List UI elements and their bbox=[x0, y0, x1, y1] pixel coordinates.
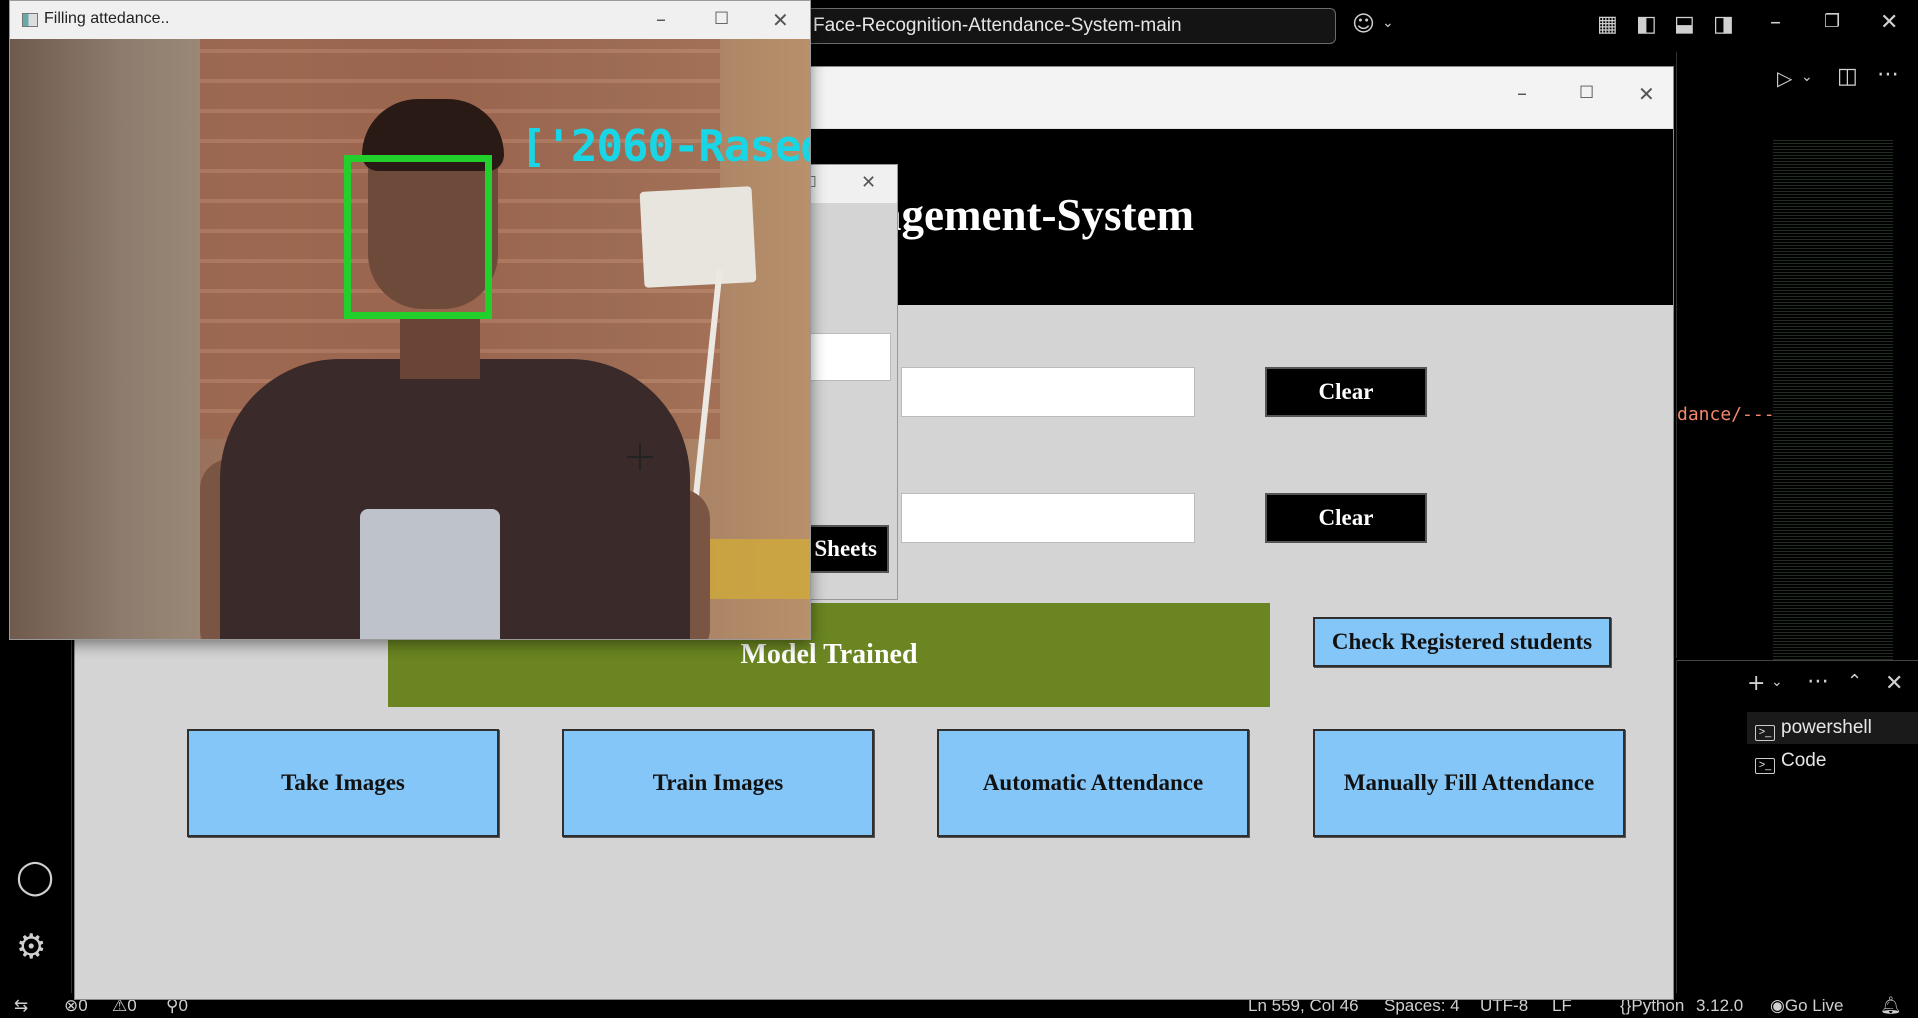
clear-name-button[interactable]: Clear bbox=[1265, 493, 1427, 543]
automatic-attendance-button[interactable]: Automatic Attendance bbox=[937, 729, 1249, 837]
restore-icon[interactable]: ❐ bbox=[1824, 13, 1840, 31]
enrollment-input[interactable] bbox=[901, 367, 1195, 417]
terminal-item-label: powershell bbox=[1781, 717, 1872, 738]
recognized-face-label: ['2060-Rasedu bbox=[520, 121, 810, 172]
account-icon[interactable]: ◯ bbox=[16, 860, 54, 894]
feed-shirt-print bbox=[360, 509, 500, 639]
go-live-button[interactable]: ◉ Go Live bbox=[1770, 993, 1843, 1018]
terminal-icon: >_ bbox=[1755, 725, 1775, 741]
crosshair-cursor-icon bbox=[627, 444, 653, 470]
terminal-icon: >_ bbox=[1755, 758, 1775, 774]
copilot-icon[interactable]: ☺ bbox=[1352, 14, 1375, 36]
more-actions-icon[interactable]: ⋯ bbox=[1807, 671, 1829, 693]
remote-icon[interactable]: ⇆ bbox=[14, 993, 28, 1018]
gear-icon[interactable]: ⚙ bbox=[16, 930, 46, 964]
notifications-icon[interactable]: 🔔︎ bbox=[1880, 993, 1902, 1018]
go-live-label: Go Live bbox=[1784, 996, 1844, 1015]
check-registered-students-button[interactable]: Check Registered students bbox=[1313, 617, 1611, 667]
train-images-button[interactable]: Train Images bbox=[562, 729, 874, 837]
feed-background-wall bbox=[10, 39, 200, 639]
close-icon[interactable]: ✕ bbox=[1638, 84, 1655, 104]
minimize-icon[interactable]: – bbox=[656, 9, 666, 29]
minimize-icon[interactable]: – bbox=[1770, 12, 1781, 34]
camera-window-title: Filling attedance.. bbox=[44, 10, 170, 27]
minimap[interactable] bbox=[1773, 140, 1893, 660]
app-icon bbox=[22, 13, 38, 27]
terminal-item-powershell[interactable]: >_ powershell bbox=[1747, 712, 1918, 744]
close-icon[interactable]: ✕ bbox=[1880, 12, 1898, 34]
maximize-icon[interactable]: ☐ bbox=[714, 11, 729, 28]
toggle-primary-sidebar-icon[interactable]: ◧ bbox=[1636, 14, 1657, 36]
toggle-panel-icon[interactable]: ⬓ bbox=[1674, 14, 1695, 36]
clear-enrollment-button[interactable]: Clear bbox=[1265, 367, 1427, 417]
close-icon[interactable]: ✕ bbox=[772, 10, 789, 30]
chevron-down-icon[interactable]: ⌄ bbox=[1801, 70, 1813, 84]
code-line: dance/--- bbox=[1677, 404, 1775, 425]
maximize-icon[interactable]: ☐ bbox=[1579, 85, 1594, 102]
customize-layout-icon[interactable]: ▦ bbox=[1597, 14, 1618, 36]
close-icon[interactable]: ✕ bbox=[861, 174, 876, 192]
terminal-panel: + ⌄ ⋯ ⌃ ✕ >_ powershell >_ Code bbox=[1676, 660, 1918, 993]
name-input[interactable] bbox=[901, 493, 1195, 543]
split-editor-icon[interactable]: ◫ bbox=[1837, 66, 1858, 88]
maximize-panel-icon[interactable]: ⌃ bbox=[1847, 673, 1862, 691]
python-version[interactable]: 3.12.0 bbox=[1696, 993, 1743, 1018]
close-panel-icon[interactable]: ✕ bbox=[1885, 673, 1903, 695]
manual-attendance-button[interactable]: Manually Fill Attendance bbox=[1313, 729, 1625, 837]
new-terminal-icon[interactable]: + bbox=[1747, 673, 1765, 695]
more-actions-icon[interactable]: ⋯ bbox=[1877, 64, 1899, 86]
toggle-secondary-sidebar-icon[interactable]: ◨ bbox=[1713, 14, 1734, 36]
chevron-down-icon[interactable]: ⌄ bbox=[1771, 675, 1783, 689]
camera-window-titlebar: Filling attedance.. – ☐ ✕ bbox=[10, 1, 810, 39]
feed-person-neck bbox=[400, 319, 480, 379]
camera-window: Filling attedance.. – ☐ ✕ ['2060-Rasedu bbox=[9, 0, 811, 640]
minimize-icon[interactable]: – bbox=[1517, 83, 1527, 103]
editor-area: ▷ ⌄ ◫ ⋯ bbox=[1676, 52, 1918, 660]
command-center-search[interactable]: Face-Recognition-Attendance-System-main bbox=[804, 8, 1336, 44]
terminal-item-code[interactable]: >_ Code bbox=[1747, 745, 1918, 777]
terminal-item-label: Code bbox=[1781, 750, 1827, 771]
take-images-button[interactable]: Take Images bbox=[187, 729, 499, 837]
camera-feed: ['2060-Rasedu bbox=[10, 39, 810, 639]
face-detection-box bbox=[344, 155, 492, 319]
chevron-down-icon[interactable]: ⌄ bbox=[1382, 16, 1394, 30]
run-icon[interactable]: ▷ bbox=[1777, 68, 1792, 88]
feed-switchboard bbox=[639, 186, 757, 288]
